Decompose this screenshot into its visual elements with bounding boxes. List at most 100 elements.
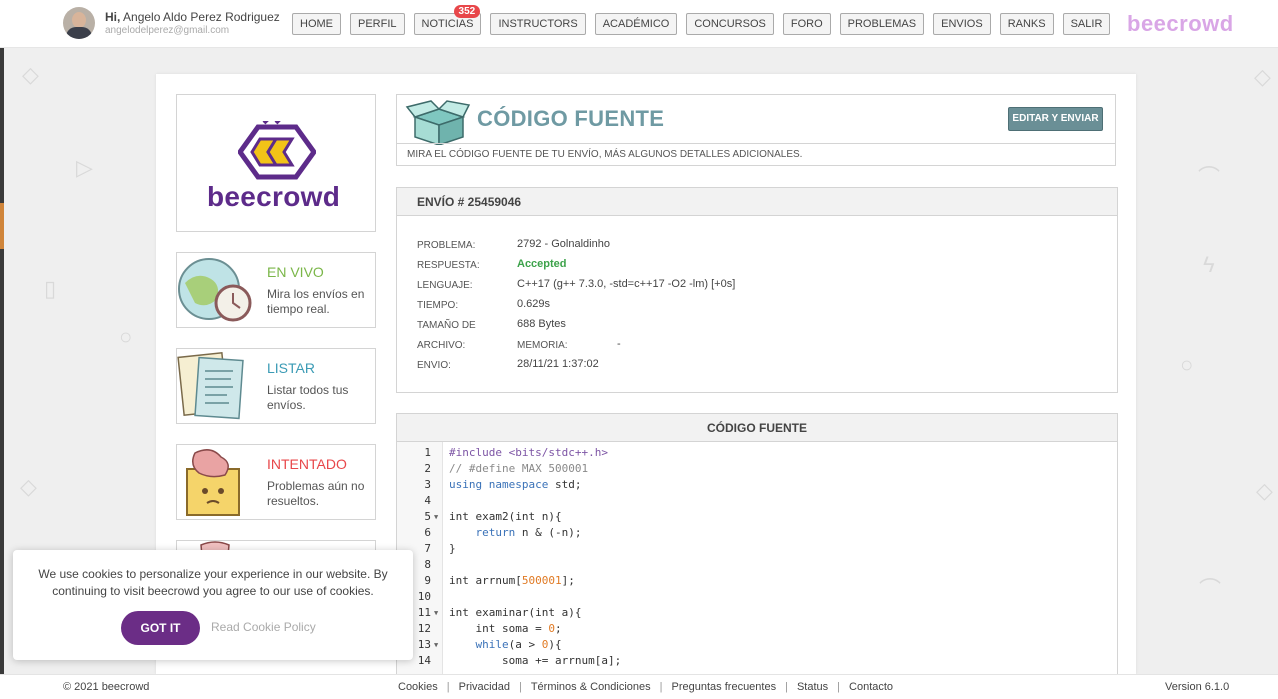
sidebar-card-title: LISTAR <box>267 360 315 376</box>
nav-problemas-button[interactable]: PROBLEMAS <box>839 13 925 35</box>
detail-row-problem: PROBLEMA: 2792 - Golnaldinho <box>417 236 1097 256</box>
footer-separator: | <box>785 681 788 693</box>
avatar[interactable] <box>63 7 95 39</box>
detail-label: ARCHIVO: <box>417 340 466 351</box>
document-list-icon <box>177 352 244 420</box>
time-value: 0.629s <box>517 298 551 310</box>
bg-diamond-icon: ◇ <box>20 474 37 499</box>
footer-link-privacy[interactable]: Privacidad <box>459 681 510 693</box>
memory-value: - <box>617 338 621 350</box>
main-nav: HOME PERFIL NOTICIAS 352 INSTRUCTORS ACA… <box>292 5 1119 35</box>
problem-link[interactable]: 2792 - Golnaldinho <box>517 238 610 250</box>
sidebar-card-desc: Listar todos tus envíos. <box>267 383 349 412</box>
bg-arc-icon: ⌒ <box>1199 577 1222 602</box>
code-line: 10 <box>397 589 1117 605</box>
line-number: 6 <box>424 526 431 539</box>
code-text: using namespace std; <box>449 478 582 491</box>
code-text: int soma = 0; <box>449 622 562 635</box>
nav-noticias-button[interactable]: NOTICIAS 352 <box>413 5 482 35</box>
copyright: © 2021 beecrowd <box>63 681 150 693</box>
nav-concursos-button[interactable]: CONCURSOS <box>686 13 774 35</box>
logo-wordmark: beecrowd <box>207 181 341 212</box>
detail-row-time: TIEMPO: 0.629s <box>417 296 1097 316</box>
edit-and-submit-button[interactable]: EDITAR Y ENVIAR <box>1008 107 1103 131</box>
user-greeting: Hi, Angelo Aldo Perez Rodriguez <box>105 10 280 24</box>
code-text: int arrnum[500001]; <box>449 574 575 587</box>
nav-salir-button[interactable]: SALIR <box>1062 13 1111 35</box>
sidebar-card-title: EN VIVO <box>267 264 324 280</box>
nav-instructors-button[interactable]: INSTRUCTORS <box>490 13 586 35</box>
code-line: 5 ▼ int exam2(int n){ <box>397 509 1117 525</box>
sidebar-card-en-vivo[interactable]: EN VIVO Mira los envíos en tiempo real. <box>176 252 376 328</box>
detail-row-memory: ARCHIVO: MEMORIA: - <box>417 336 1097 356</box>
code-line: 13 ▼ while(a > 0){ <box>397 637 1117 653</box>
code-text: #include <bits/stdc++.h> <box>449 446 608 459</box>
code-line: 3 using namespace std; <box>397 477 1117 493</box>
nav-perfil-button[interactable]: PERFIL <box>350 13 405 35</box>
bee-hexagon-icon <box>238 121 316 180</box>
sidebar-card-intentado[interactable]: INTENTADO Problemas aún no resueltos. <box>176 444 376 520</box>
detail-row-answer: RESPUESTA: Accepted <box>417 256 1097 276</box>
window-edge-accent <box>0 203 4 249</box>
code-line: 1 #include <bits/stdc++.h> <box>397 445 1117 461</box>
footer-separator: | <box>659 681 663 693</box>
detail-label: ENVIO: <box>417 360 451 371</box>
brand-logo-text[interactable]: beecrowd <box>1127 11 1234 37</box>
footer-link-cookies[interactable]: Cookies <box>398 681 438 693</box>
nav-ranks-button[interactable]: RANKS <box>999 13 1054 35</box>
line-number: 3 <box>424 478 431 491</box>
page-title: CÓDIGO FUENTE <box>477 106 665 131</box>
code-line: 9 int arrnum[500001]; <box>397 573 1117 589</box>
user-name[interactable]: Angelo Aldo Perez Rodriguez <box>123 10 280 24</box>
nav-home-button[interactable]: HOME <box>292 13 341 35</box>
footer-separator: | <box>446 681 450 693</box>
code-text: return n & (-n); <box>475 526 582 539</box>
bg-arc-icon: ⌒ <box>1198 165 1221 190</box>
footer: © 2021 beecrowd Cookies | Privacidad | T… <box>0 674 1278 699</box>
user-email: angelodelperez@gmail.com <box>105 25 230 36</box>
footer-link-faq[interactable]: Preguntas frecuentes <box>672 681 777 693</box>
language-value: C++17 (g++ 7.3.0, -std=c++17 -O2 -lm) [+… <box>517 278 736 290</box>
sidebar-card-desc: Problemas aún no resueltos. <box>267 479 365 508</box>
accept-cookies-button[interactable]: GOT IT <box>121 611 200 645</box>
code-text: soma += arrnum[a]; <box>449 654 622 667</box>
code-text: while(a > 0){ <box>475 638 562 651</box>
submitted-date: 28/11/21 1:37:02 <box>517 358 599 370</box>
sidebar-card-desc: Mira los envíos en tiempo real. <box>267 287 365 316</box>
code-header-box: CÓDIGO FUENTE EDITAR Y ENVIAR MIRA EL CÓ… <box>396 94 1116 166</box>
code-line: 8 <box>397 557 1117 573</box>
cookie-consent-banner: We use cookies to personalize your exper… <box>13 550 413 660</box>
fold-arrow-icon[interactable]: ▼ <box>434 637 438 653</box>
top-bar: Hi, Angelo Aldo Perez Rodriguez angelode… <box>0 0 1278 48</box>
code-line: 14 soma += arrnum[a]; <box>397 653 1117 669</box>
code-line: 6 return n & (-n); <box>397 525 1117 541</box>
nav-foro-button[interactable]: FORO <box>782 13 831 35</box>
code-line: 12 int soma = 0; <box>397 621 1117 637</box>
code-text: // #define MAX 500001 <box>449 462 589 475</box>
footer-link-contact[interactable]: Contacto <box>849 681 893 693</box>
open-box-icon <box>405 100 471 145</box>
submission-heading: ENVÍO # 25459046 <box>397 188 1117 216</box>
line-number: 2 <box>424 462 431 475</box>
cookie-policy-link[interactable]: Read Cookie Policy <box>211 620 316 634</box>
cookie-message: We use cookies to personalize your exper… <box>38 567 388 598</box>
footer-link-terms[interactable]: Términos & Condiciones <box>531 681 651 693</box>
answer-status: Accepted <box>517 258 567 270</box>
footer-links: Cookies | Privacidad | Términos & Condic… <box>398 681 893 693</box>
fold-arrow-icon[interactable]: ▼ <box>434 509 438 525</box>
footer-link-status[interactable]: Status <box>797 681 828 693</box>
footer-separator: | <box>837 681 841 693</box>
submission-details-box: ENVÍO # 25459046 PROBLEMA: 2792 - Golnal… <box>396 187 1118 393</box>
globe-clock-icon <box>178 258 252 322</box>
beecrowd-logo[interactable]: beecrowd <box>176 94 376 232</box>
bg-diamond-icon: ◇ <box>22 62 39 87</box>
sidebar-card-listar[interactable]: LISTAR Listar todos tus envíos. <box>176 348 376 424</box>
footer-separator: | <box>518 681 522 693</box>
greeting-label: Hi, <box>105 10 121 24</box>
code-line: 11 ▼ int examinar(int a){ <box>397 605 1117 621</box>
detail-label: TAMAÑO DE <box>417 320 476 331</box>
nav-envios-button[interactable]: ENVIOS <box>933 13 991 35</box>
fold-arrow-icon[interactable]: ▼ <box>434 605 438 621</box>
avatar-suit <box>66 27 92 39</box>
nav-academico-button[interactable]: ACADÉMICO <box>594 13 678 35</box>
